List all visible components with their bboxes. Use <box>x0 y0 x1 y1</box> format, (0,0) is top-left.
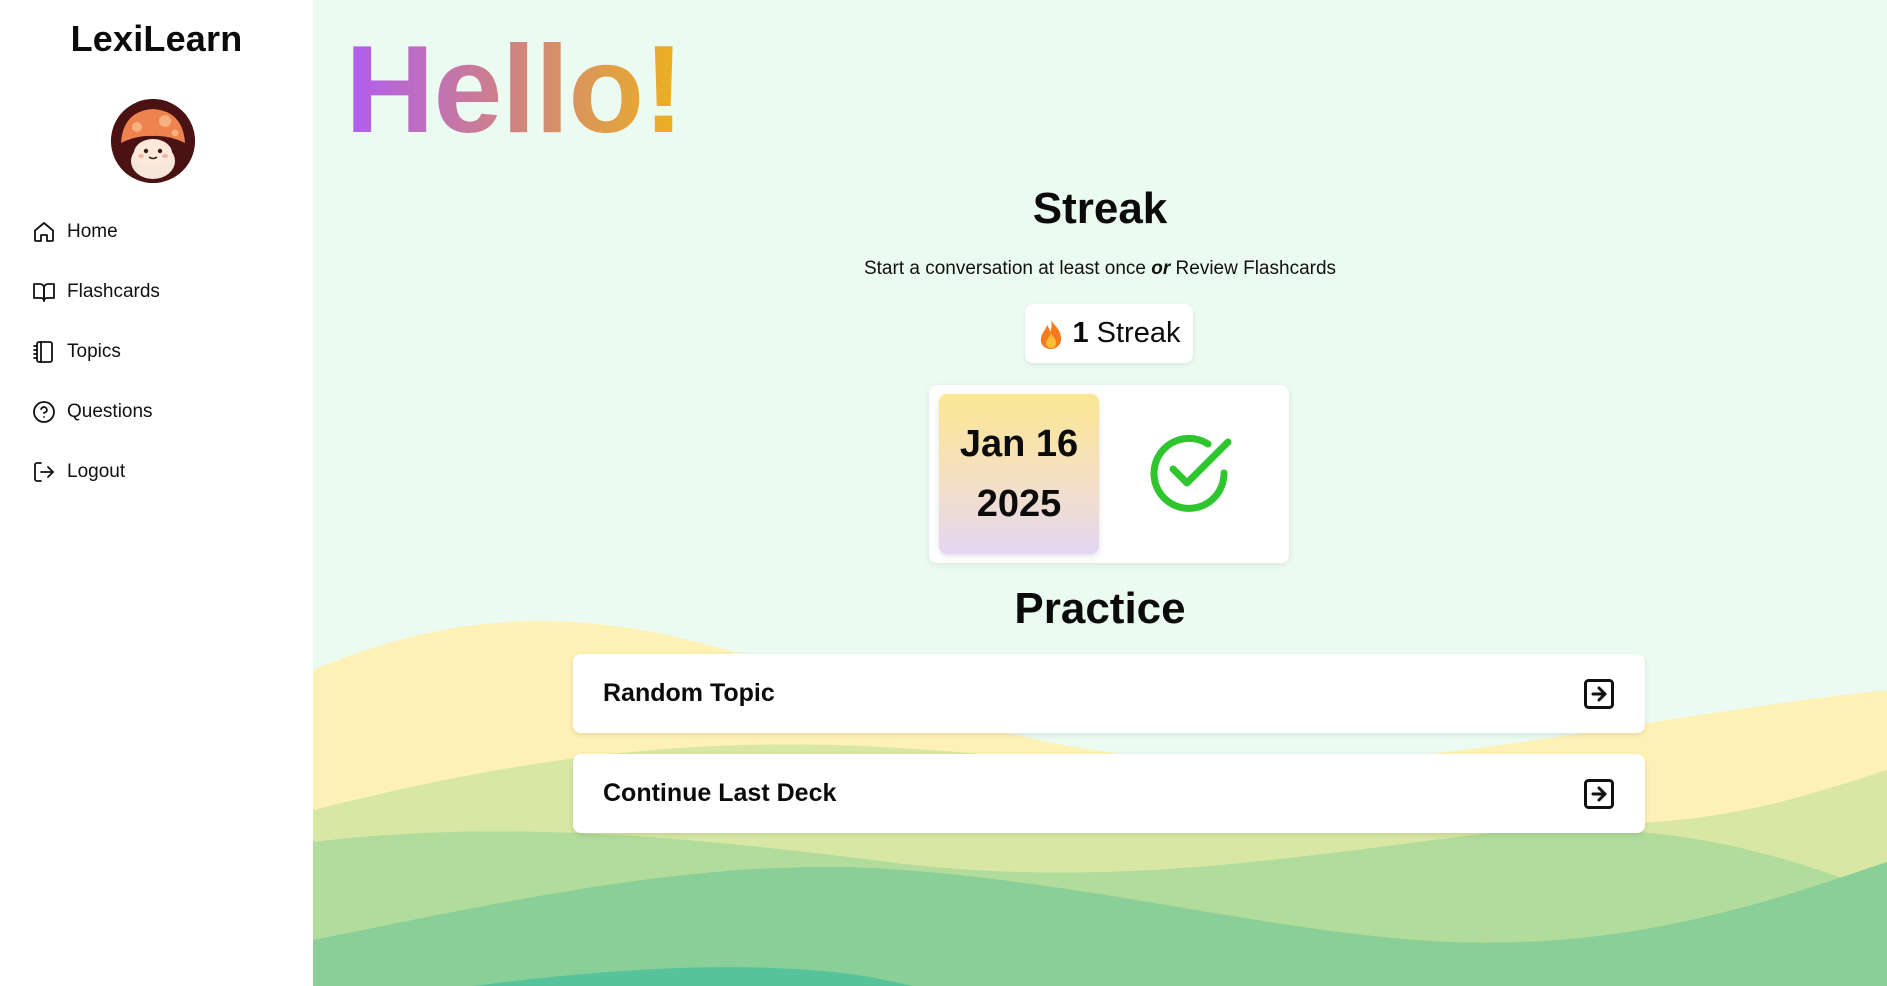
sidebar-item-questions[interactable]: Questions <box>32 382 160 442</box>
avatar[interactable] <box>111 99 195 183</box>
sidebar-item-label: Topics <box>67 341 121 362</box>
sidebar-item-label: Flashcards <box>67 281 160 302</box>
practice-random-topic-button[interactable]: Random Topic <box>573 654 1645 733</box>
sidebar: LexiLearn Home Flashcards Topics Questio… <box>0 0 313 986</box>
logout-icon <box>34 462 54 482</box>
sidebar-item-label: Home <box>67 221 118 242</box>
help-circle-icon <box>33 401 55 423</box>
practice-item-label: Continue Last Deck <box>603 779 837 807</box>
streak-date-year: 2025 <box>976 483 1062 525</box>
main-content: Hello! Streak Start a conversation at le… <box>313 0 1887 986</box>
sidebar-nav: Home Flashcards Topics Questions Logout <box>32 202 160 502</box>
greeting-heading: Hello! <box>345 21 684 159</box>
streak-day-card: Jan 16 2025 <box>929 385 1289 563</box>
streak-title: Streak <box>1032 184 1168 233</box>
sidebar-item-label: Logout <box>67 461 126 482</box>
sidebar-item-topics[interactable]: Topics <box>32 322 160 382</box>
streak-count: 1 <box>1072 317 1089 349</box>
streak-date-day: Jan 16 <box>959 423 1079 465</box>
sidebar-item-home[interactable]: Home <box>32 202 160 262</box>
notebook-icon <box>33 341 53 363</box>
sidebar-item-label: Questions <box>67 401 153 422</box>
practice-item-label: Random Topic <box>603 679 775 707</box>
sidebar-item-flashcards[interactable]: Flashcards <box>32 262 160 322</box>
sidebar-item-logout[interactable]: Logout <box>32 442 160 502</box>
mushroom-mascot-icon <box>111 99 195 183</box>
fire-icon <box>1040 318 1061 349</box>
arrow-right-square-icon[interactable] <box>1581 676 1617 712</box>
streak-subtitle-or: or <box>1151 258 1171 279</box>
home-icon <box>34 222 54 242</box>
streak-badge: 1 Streak <box>1025 304 1193 363</box>
streak-subtitle-start: Start a conversation at least once <box>863 258 1146 279</box>
streak-subtitle: Start a conversation at least once or Re… <box>313 258 1887 280</box>
arrow-right-square-icon[interactable] <box>1581 776 1617 812</box>
app-logo-text: LexiLearn <box>70 18 243 59</box>
book-icon <box>33 283 55 302</box>
streak-date: Jan 16 2025 <box>939 394 1099 554</box>
check-circle-icon <box>1150 434 1232 512</box>
streak-subtitle-end: Review Flashcards <box>1175 258 1337 279</box>
practice-title: Practice <box>1014 584 1186 633</box>
streak-count-label: Streak <box>1096 317 1181 349</box>
practice-continue-last-deck-button[interactable]: Continue Last Deck <box>573 754 1645 833</box>
